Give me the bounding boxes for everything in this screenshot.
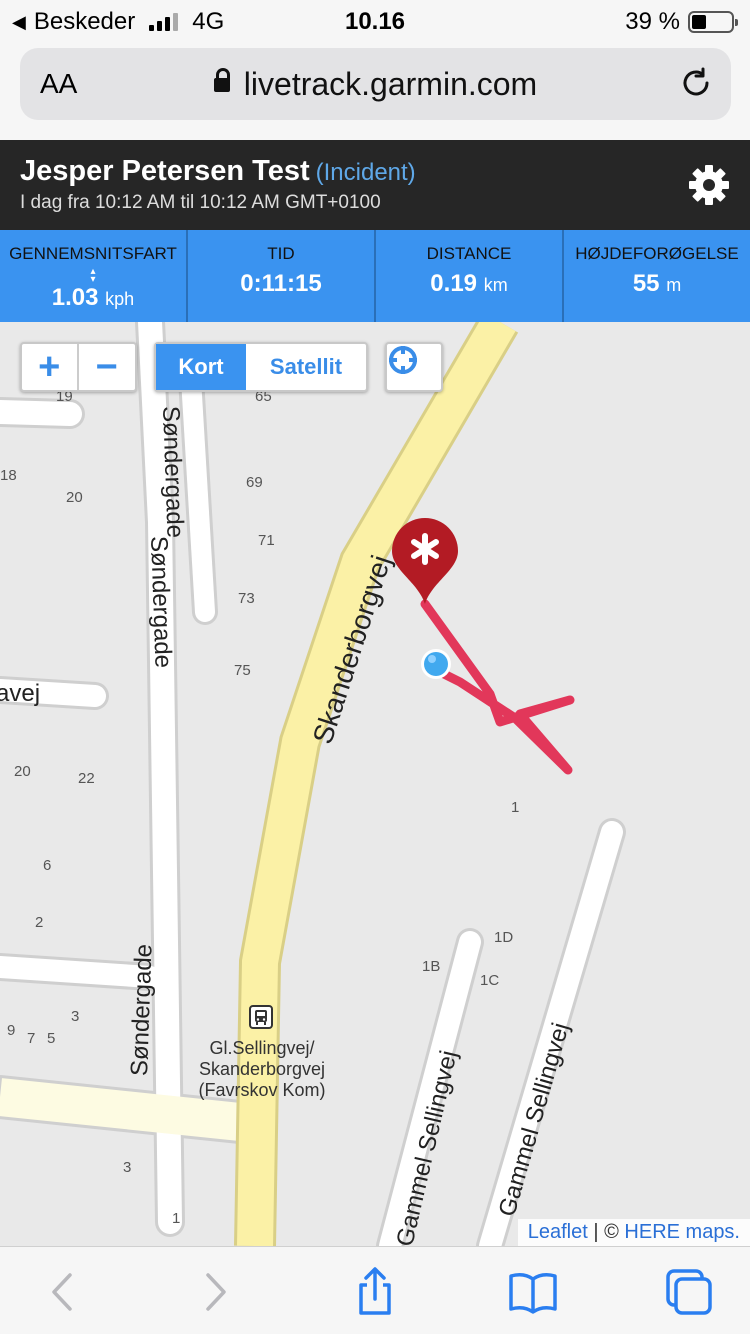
battery-icon xyxy=(688,11,738,33)
street-label-sondergade-bottom: Søndergade xyxy=(126,943,158,1077)
house-number: 2 xyxy=(35,914,44,931)
location-dot-icon[interactable] xyxy=(419,647,453,681)
stat-time: TID 0:11:15 xyxy=(188,230,376,322)
house-number: 5 xyxy=(47,1030,56,1047)
bookmarks-icon[interactable] xyxy=(508,1267,558,1317)
back-icon[interactable] xyxy=(38,1267,88,1317)
house-number: 22 xyxy=(78,770,95,787)
track-path xyxy=(420,599,575,775)
user-name: Jesper Petersen Test xyxy=(20,155,310,187)
tabs-icon[interactable] xyxy=(664,1267,714,1317)
browser-bottom-toolbar xyxy=(0,1246,750,1334)
house-number: 9 xyxy=(7,1022,16,1039)
stat-value: 0.19 km xyxy=(430,270,508,297)
stat-label: DISTANCE xyxy=(426,244,512,263)
url-text: livetrack.garmin.com xyxy=(243,66,538,102)
lock-icon xyxy=(213,67,230,92)
here-maps-link[interactable]: HERE maps. xyxy=(624,1221,740,1243)
stat-value: 55 m xyxy=(632,270,682,297)
sort-toggle-icon[interactable]: ▴ ▾ xyxy=(0,267,186,285)
stat-value: 1.03 kph xyxy=(51,284,135,311)
bus-stop-line: (Favrskov Kom) xyxy=(198,1080,326,1100)
stat-label: GENNEMSNITSFART xyxy=(9,244,177,263)
street-label-sondergade-mid: Søndergade xyxy=(145,535,177,669)
forward-icon[interactable] xyxy=(190,1267,240,1317)
status-right: 39 % xyxy=(625,8,738,36)
house-number: 20 xyxy=(14,763,31,780)
house-number: 1C xyxy=(480,972,500,989)
house-number: 3 xyxy=(123,1159,132,1176)
house-number: 1D xyxy=(494,929,514,946)
house-number: 73 xyxy=(238,590,255,607)
locate-button[interactable] xyxy=(385,342,443,392)
zoom-control: + − xyxy=(20,342,137,392)
battery-percent: 39 % xyxy=(625,8,680,35)
layer-satellite-button[interactable]: Satellit xyxy=(246,344,366,390)
stat-label: HØJDEFORØGELSE xyxy=(575,244,739,263)
date-range: I dag fra 10:12 AM til 10:12 AM GMT+0100 xyxy=(20,192,381,213)
map-attribution: Leaflet | © HERE maps. xyxy=(517,1219,750,1246)
street-label-partial: avej xyxy=(0,680,41,707)
house-number: 6 xyxy=(43,857,52,874)
bus-stop-line: Skanderborgvej xyxy=(198,1059,326,1079)
house-number: 18 xyxy=(0,467,17,484)
bus-stop-label: Gl.Sellingvej/ Skanderborgvej (Favrskov … xyxy=(186,1038,338,1101)
map-roads xyxy=(0,322,626,1246)
house-number: 69 xyxy=(246,474,263,491)
stat-label: TID xyxy=(267,244,295,263)
bus-icon[interactable] xyxy=(249,1005,273,1029)
livetrack-header: Jesper Petersen Test (Incident) I dag fra… xyxy=(0,140,750,230)
bus-stop-line: Gl.Sellingvej/ xyxy=(209,1038,315,1058)
leaflet-link[interactable]: Leaflet xyxy=(528,1221,588,1243)
crosshair-icon xyxy=(389,346,417,374)
house-number: 75 xyxy=(234,662,251,679)
house-number: 1B xyxy=(422,958,441,975)
browser-toolbar: AA livetrack.garmin.com xyxy=(0,42,750,140)
house-number: 71 xyxy=(258,532,275,549)
stat-avg-speed[interactable]: GENNEMSNITSFART ▴ ▾ 1.03 kph xyxy=(0,230,188,322)
house-number: 3 xyxy=(71,1008,80,1025)
zoom-out-button[interactable]: − xyxy=(79,344,135,390)
status-bar: ◀ Beskeder 4G 10.16 39 % xyxy=(0,0,750,42)
gear-icon[interactable] xyxy=(688,164,730,206)
page-title: Jesper Petersen Test (Incident) xyxy=(20,155,416,188)
incident-badge: (Incident) xyxy=(315,159,416,186)
attribution-separator: | © xyxy=(593,1221,619,1243)
share-icon[interactable] xyxy=(350,1267,400,1317)
house-number: 1 xyxy=(511,799,520,816)
stat-value: 0:11:15 xyxy=(240,270,322,297)
zoom-in-button[interactable]: + xyxy=(22,344,79,390)
house-number: 1 xyxy=(172,1210,181,1227)
house-number: 20 xyxy=(66,489,83,506)
house-number: 7 xyxy=(27,1030,36,1047)
layer-map-button[interactable]: Kort xyxy=(156,344,246,390)
reload-icon[interactable] xyxy=(679,66,713,100)
address-bar[interactable]: AA livetrack.garmin.com xyxy=(20,48,731,120)
street-label-sondergade-top: Søndergade xyxy=(157,405,189,539)
stat-elevation-gain: HØJDEFORØGELSE 55 m xyxy=(564,230,750,322)
url-display[interactable]: livetrack.garmin.com xyxy=(20,66,731,103)
layer-switch: Kort Satellit xyxy=(154,342,368,392)
stat-distance: DISTANCE 0.19 km xyxy=(376,230,564,322)
map-pin-asterisk-icon[interactable] xyxy=(390,518,460,608)
stats-bar: GENNEMSNITSFART ▴ ▾ 1.03 kph TID 0:11:15 … xyxy=(0,230,750,322)
map-view[interactable]: 19 65 18 20 69 71 73 75 20 22 6 2 1 1D 1… xyxy=(0,322,750,1246)
